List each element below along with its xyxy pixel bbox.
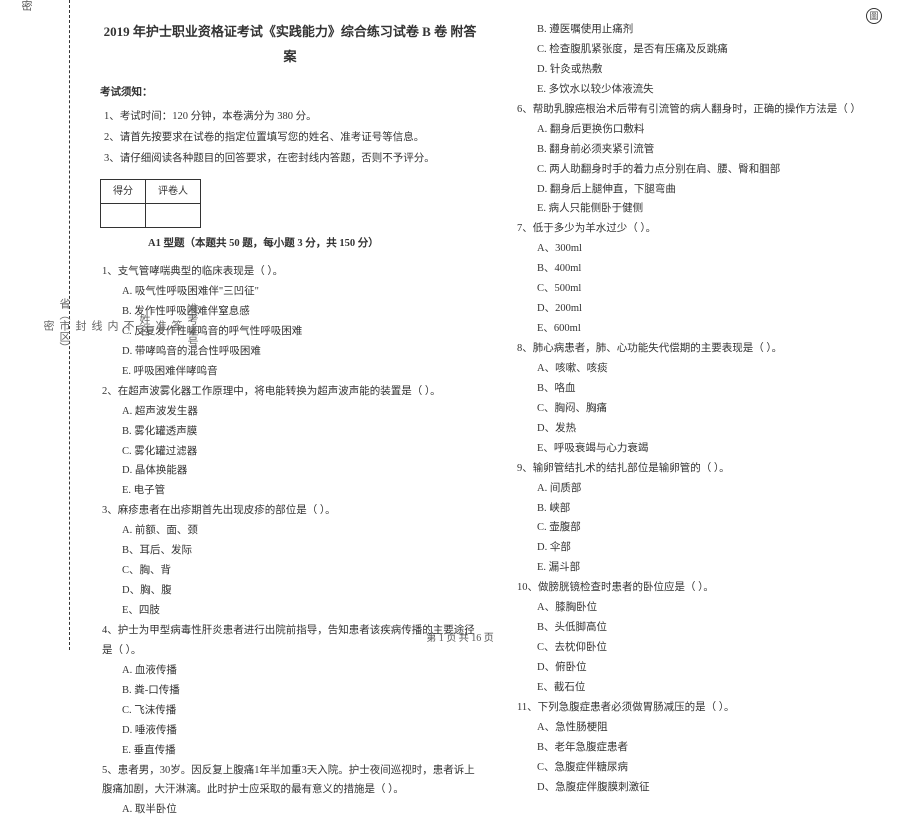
q10-c: C、去枕仰卧位: [515, 638, 895, 658]
q9-e: E. 漏斗部: [515, 558, 895, 578]
field-cert-no: 准考证号: [184, 303, 200, 347]
q5-e: E. 多饮水以较少体液流失: [515, 80, 895, 100]
q8-c: C、胸闷、胸痛: [515, 399, 895, 419]
seal-c2: 线: [88, 320, 104, 331]
q7-c: C、500ml: [515, 279, 895, 299]
q4-b: B. 粪-口传播: [100, 681, 480, 701]
q10-e: E、截石位: [515, 678, 895, 698]
q6-e: E. 病人只能侧卧于健侧: [515, 199, 895, 219]
q9-c: C. 壶腹部: [515, 518, 895, 538]
q10: 10、做膀胱镜检查时患者的卧位应是（ ）。: [515, 578, 895, 598]
q6-c: C. 两人助翻身时手的着力点分别在肩、腰、臀和腘部: [515, 160, 895, 180]
q7-d: D、200ml: [515, 299, 895, 319]
q9-b: B. 峡部: [515, 499, 895, 519]
q5-a: A. 取半卧位: [100, 800, 480, 820]
seal-c6: 答: [168, 320, 184, 331]
q9: 9、输卵管结扎术的结扎部位是输卵管的（ ）。: [515, 459, 895, 479]
seal-c4: 不: [120, 320, 136, 331]
q4-d: D. 唾液传播: [100, 721, 480, 741]
corner-mark: 圖: [866, 8, 882, 24]
q4-c: C. 飞沫传播: [100, 701, 480, 721]
q6-b: B. 翻身前必须夹紧引流管: [515, 140, 895, 160]
field-province: 省（市区）: [56, 298, 72, 353]
binding-margin: 密 准考证号 答 准 姓名 不 内 线 封 省（市区） 密: [0, 0, 70, 650]
q6: 6、帮助乳腺癌根治术后带有引流管的病人翻身时，正确的操作方法是（ ）: [515, 100, 895, 120]
field-name: 姓名: [136, 314, 152, 336]
column-right: B. 遵医嘱使用止痛剂 C. 检查腹肌紧张度，是否有压痛及反跳痛 D. 针灸或热…: [515, 20, 895, 650]
seal-c1: 封: [72, 320, 88, 331]
q11-b: B、老年急腹症患者: [515, 738, 895, 758]
q8-e: E、呼吸衰竭与心力衰竭: [515, 439, 895, 459]
q4-e: E. 垂直传播: [100, 741, 480, 761]
q9-d: D. 伞部: [515, 538, 895, 558]
seal-c0: 密: [40, 320, 56, 331]
q5: 5、患者男，30岁。因反复上腹痛1年半加重3天入院。护士夜间巡视时，患者诉上腹痛…: [100, 761, 480, 801]
q6-d: D. 翻身后上腿伸直，下腿弯曲: [515, 180, 895, 200]
q8: 8、肺心病患者，肺、心功能失代偿期的主要表现是（ ）。: [515, 339, 895, 359]
q11-c: C、急腹症伴糖尿病: [515, 758, 895, 778]
q7-b: B、400ml: [515, 259, 895, 279]
q7: 7、低于多少为羊水过少（ ）。: [515, 219, 895, 239]
q5-b: B. 遵医嘱使用止痛剂: [515, 20, 895, 40]
seal-c5: 准: [152, 320, 168, 331]
q7-a: A、300ml: [515, 239, 895, 259]
page-footer: 第 1 页 共 16 页: [426, 629, 494, 644]
q6-a: A. 翻身后更换伤口敷料: [515, 120, 895, 140]
q5-c: C. 检查腹肌紧张度，是否有压痛及反跳痛: [515, 40, 895, 60]
q9-a: A. 间质部: [515, 479, 895, 499]
q11-d: D、急腹症伴腹膜刺激征: [515, 778, 895, 798]
q11-a: A、急性肠梗阻: [515, 718, 895, 738]
q4-a: A. 血液传播: [100, 661, 480, 681]
q5-d: D. 针灸或热敷: [515, 60, 895, 80]
q10-a: A、膝胸卧位: [515, 598, 895, 618]
q8-a: A、咳嗽、咳痰: [515, 359, 895, 379]
q8-d: D、发热: [515, 419, 895, 439]
q10-b: B、头低脚高位: [515, 618, 895, 638]
binding-seal-text: 密: [18, 0, 34, 650]
binding-form-fields: 准考证号 答 准 姓名 不 内 线 封 省（市区） 密: [40, 0, 200, 650]
q8-b: B、咯血: [515, 379, 895, 399]
page: 密 准考证号 答 准 姓名 不 内 线 封 省（市区） 密 2019 年护士职业…: [0, 0, 920, 650]
seal-c3: 内: [104, 320, 120, 331]
q10-d: D、俯卧位: [515, 658, 895, 678]
q11: 11、下列急腹症患者必须做胃肠减压的是（ ）。: [515, 698, 895, 718]
q7-e: E、600ml: [515, 319, 895, 339]
seal-char: 密: [18, 0, 34, 650]
